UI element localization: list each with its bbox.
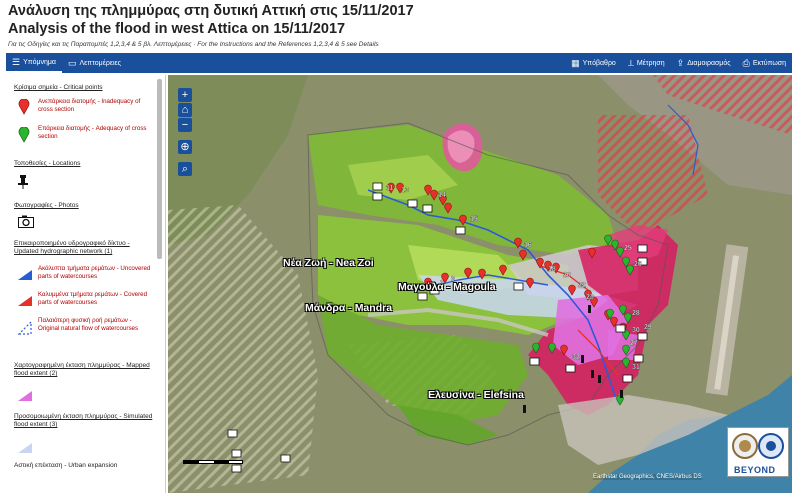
basemap-label: Υπόβαθρο (582, 59, 616, 67)
map-attribution: Earthstar Geographics, CNES/Airbus DS (593, 474, 702, 480)
measure-label: Μέτρηση (636, 59, 665, 67)
legend-photos-header: Φωτογραφίες - Photos (14, 202, 79, 209)
locate-button[interactable]: ⊕ (178, 140, 192, 154)
place-label-elefsina: Ελευσίνα - Elefsina (428, 389, 524, 401)
svg-text:20: 20 (563, 272, 571, 279)
beyond-logo: BEYOND (727, 427, 789, 477)
legend-inadequacy: Ανεπάρκεια διατομής - Inadequacy of cros… (38, 98, 141, 113)
logo-text: BEYOND (734, 465, 776, 475)
ruler-icon: ⟂ (627, 57, 634, 68)
legend-critical-header: Κρίσιμα σημεία - Critical points (14, 84, 103, 91)
svg-text:25: 25 (624, 245, 632, 252)
svg-text:29: 29 (644, 324, 652, 331)
details-tab[interactable]: ▭ Λεπτομέρειες (62, 53, 127, 73)
share-icon: ⇪ (676, 57, 685, 68)
details-tab-label: Λεπτομέρειες (79, 59, 122, 67)
red-pin-icon (18, 99, 30, 115)
svg-text:22: 22 (578, 282, 586, 289)
svg-text:28: 28 (632, 310, 640, 317)
map-toolbar: ☰ Υπόμνημα ▭ Λεπτομέρειες ▦ Υπόβαθρο ⟂ Μ… (6, 53, 792, 73)
legend-scrollbar[interactable] (157, 79, 162, 259)
title-block: Ανάλυση της πλημμύρας στη δυτική Αττική … (8, 2, 788, 48)
logo-emblems-icon (732, 433, 784, 459)
svg-text:31: 31 (632, 364, 640, 371)
covered-watercourse-swatch (18, 296, 32, 306)
document-icon: ▭ (67, 57, 77, 68)
map-canvas[interactable]: 11 13 14 15 16 18 20 22 23 123 25 26 28 29 30 27 3… (168, 75, 792, 493)
green-pin-icon (18, 127, 30, 143)
search-icon: ⌕ (181, 163, 189, 175)
page-title-english: Analysis of the flood in west Attica on … (8, 21, 346, 37)
camera-icon (18, 215, 34, 228)
uncovered-watercourse-swatch (18, 270, 32, 280)
place-label-nea-zoi: Νέα Ζωή - Nea Zoi (283, 257, 374, 269)
svg-text:15: 15 (470, 216, 478, 223)
page-subtitle: Για τις Οδηγίες και τις Παραπομπές 1,2,3… (8, 41, 379, 48)
print-button[interactable]: ⎙ Εκτύπωση (737, 53, 792, 73)
legend-simulated-header: Προσομοιωμένη έκταση πλημμύρας - Simulat… (14, 413, 153, 428)
svg-text:26: 26 (634, 261, 642, 268)
svg-text:18: 18 (548, 266, 556, 273)
thumbtack-icon (18, 175, 28, 189)
print-label: Εκτύπωση (752, 59, 786, 67)
legend-tab[interactable]: ☰ Υπόμνημα (6, 53, 62, 73)
legend-hydro-header: Επικαιροποιημένο υδρογραφικό δίκτυο - Up… (14, 240, 130, 255)
legend-mapped-header: Χαρτογραφημένη έκταση πλημμύρας - Mapped… (14, 362, 150, 377)
simulated-flood-swatch (18, 443, 32, 453)
measure-button[interactable]: ⟂ Μέτρηση (622, 53, 671, 73)
mapped-flood-swatch (18, 391, 32, 401)
svg-text:16: 16 (524, 242, 532, 249)
home-icon: ⌂ (181, 104, 189, 116)
list-icon: ☰ (12, 56, 21, 67)
share-button[interactable]: ⇪ Διαμοιρασμός (671, 53, 737, 73)
legend-uncovered: Ακάλυπτα τμήματα ρεμάτων - Uncovered par… (38, 265, 151, 280)
legend-original: Παλαιότερη φυσική ροή ρεμάτων - Original… (38, 317, 139, 332)
share-label: Διαμοιρασμός (687, 59, 731, 67)
svg-text:14: 14 (438, 192, 446, 199)
home-button[interactable]: ⌂ (178, 103, 192, 117)
search-button[interactable]: ⌕ (178, 162, 192, 176)
legend-locations-header: Τοποθεσίες - Locations (14, 160, 81, 167)
legend-covered: Καλυμμένα τμήματα ρεμάτων - Covered part… (38, 291, 148, 306)
legend-panel: Κρίσιμα σημεία - Critical points Ανεπάρκ… (6, 75, 166, 493)
svg-text:27: 27 (630, 340, 638, 347)
legend-urban-header: Αστική επέκταση - Urban expansion (14, 462, 118, 469)
printer-icon: ⎙ (742, 57, 750, 68)
legend-adequacy: Επάρκεια διατομής - Adequacy of cross se… (38, 125, 147, 140)
place-label-magoula: Μαγούλα - Magoula (398, 281, 496, 293)
svg-text:30: 30 (632, 327, 640, 334)
zoom-out-button[interactable]: − (178, 118, 192, 132)
place-label-mandra: Μάνδρα - Mandra (305, 302, 393, 314)
svg-text:13: 13 (401, 187, 409, 194)
grid-icon: ▦ (571, 57, 580, 68)
original-flow-swatch (18, 321, 32, 335)
zoom-in-button[interactable]: + (178, 88, 192, 102)
scale-bar (183, 460, 243, 464)
svg-text:11: 11 (386, 185, 394, 192)
svg-text:32: 32 (572, 354, 580, 361)
legend-tab-label: Υπόμνημα (23, 58, 56, 66)
page-title-greek: Ανάλυση της πλημμύρας στη δυτική Αττική … (8, 3, 414, 19)
basemap-button[interactable]: ▦ Υπόβαθρο (565, 53, 622, 73)
svg-text:23: 23 (586, 294, 594, 301)
crosshair-icon: ⊕ (180, 141, 190, 153)
